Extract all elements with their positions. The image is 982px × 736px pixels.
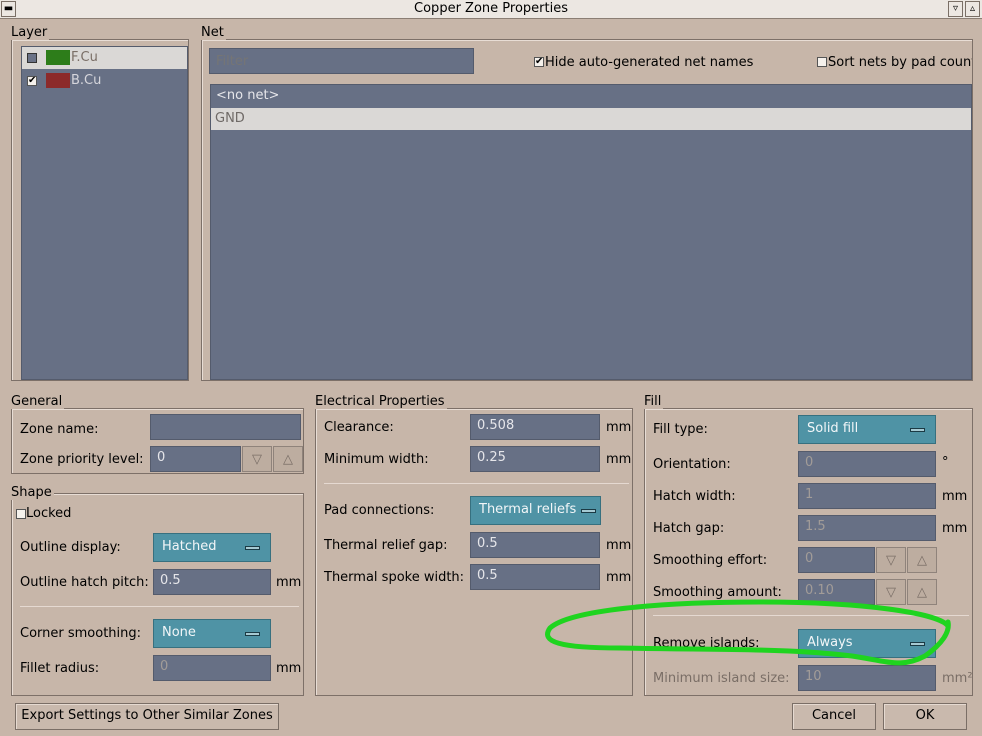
dropdown-icon: [910, 428, 925, 432]
outline-display-value: Hatched: [162, 539, 217, 554]
hatch-gap-unit: mm: [942, 521, 968, 536]
zone-name-label: Zone name:: [20, 422, 99, 437]
shape-separator: [20, 606, 299, 607]
spoke-width-unit: mm: [606, 570, 632, 585]
pad-connections-value: Thermal reliefs: [479, 502, 577, 517]
hide-auto-checkbox[interactable]: ✔: [534, 57, 544, 67]
clearance-label: Clearance:: [324, 420, 394, 435]
electrical-separator: [324, 483, 629, 484]
spoke-width-label: Thermal spoke width:: [324, 570, 465, 585]
orientation-unit: °: [942, 455, 949, 470]
corner-smoothing-label: Corner smoothing:: [20, 626, 142, 641]
priority-label: Zone priority level:: [20, 452, 144, 467]
locked-label: Locked: [26, 506, 72, 521]
hatch-pitch-input[interactable]: 0.5: [153, 569, 271, 595]
net-row-gnd[interactable]: GND: [211, 108, 971, 130]
corner-smoothing-select[interactable]: None: [153, 619, 271, 648]
min-width-unit: mm: [606, 452, 632, 467]
cancel-button[interactable]: Cancel: [792, 703, 876, 730]
clearance-unit: mm: [606, 420, 632, 435]
relief-gap-input[interactable]: 0.5: [470, 532, 600, 558]
title-bar: ▬ Copper Zone Properties ▿ ▵: [0, 0, 982, 19]
sort-nets-label: Sort nets by pad count: [828, 55, 972, 70]
layer-color-swatch: [46, 50, 70, 65]
layer-legend: Layer: [11, 25, 50, 40]
fill-type-value: Solid fill: [807, 421, 859, 436]
clearance-input[interactable]: 0.508: [470, 414, 600, 440]
dropdown-icon: [245, 632, 260, 636]
priority-up-button[interactable]: △: [273, 446, 303, 472]
smoothing-effort-input[interactable]: 0: [798, 547, 875, 573]
priority-down-button[interactable]: ▽: [242, 446, 272, 472]
corner-smoothing-value: None: [162, 625, 196, 640]
general-legend: General: [11, 394, 65, 409]
fill-legend: Fill: [644, 394, 664, 409]
orientation-label: Orientation:: [653, 457, 731, 472]
smoothing-effort-label: Smoothing effort:: [653, 553, 768, 568]
net-filter-input[interactable]: [209, 48, 474, 74]
hatch-width-label: Hatch width:: [653, 489, 736, 504]
layer-row-fcu[interactable]: F.Cu: [22, 47, 187, 69]
ok-button[interactable]: OK: [883, 703, 967, 730]
net-name: <no net>: [216, 88, 280, 103]
window-title: Copper Zone Properties: [414, 1, 568, 16]
relief-gap-unit: mm: [606, 538, 632, 553]
pad-connections-label: Pad connections:: [324, 503, 435, 518]
fill-type-select[interactable]: Solid fill: [798, 415, 936, 444]
net-row-no-net[interactable]: <no net>: [211, 85, 971, 107]
hatch-width-input[interactable]: 1: [798, 483, 936, 509]
hatch-gap-input[interactable]: 1.5: [798, 515, 936, 541]
hatch-width-unit: mm: [942, 489, 968, 504]
fillet-radius-input[interactable]: 0: [153, 655, 271, 681]
zone-name-input[interactable]: [150, 414, 301, 440]
smoothing-effort-down-button[interactable]: ▽: [876, 547, 906, 573]
dropdown-icon: [581, 509, 596, 513]
hide-auto-label: Hide auto-generated net names: [545, 55, 754, 70]
locked-checkbox[interactable]: [16, 509, 26, 519]
priority-input[interactable]: 0: [150, 446, 241, 472]
layer-name: B.Cu: [71, 73, 102, 88]
hatch-pitch-label: Outline hatch pitch:: [20, 575, 149, 590]
min-width-label: Minimum width:: [324, 452, 429, 467]
fill-type-label: Fill type:: [653, 422, 708, 437]
highlight-annotation: [545, 599, 951, 666]
net-name: GND: [215, 111, 245, 126]
export-settings-button[interactable]: Export Settings to Other Similar Zones: [15, 703, 279, 730]
smoothing-effort-up-button[interactable]: △: [907, 547, 937, 573]
shape-legend: Shape: [11, 485, 54, 500]
hatch-pitch-unit: mm: [276, 575, 302, 590]
min-width-input[interactable]: 0.25: [470, 446, 600, 472]
sort-nets-checkbox[interactable]: [817, 57, 827, 67]
layer-list: [21, 46, 188, 380]
fillet-radius-label: Fillet radius:: [20, 661, 100, 676]
outline-display-label: Outline display:: [20, 540, 121, 555]
orientation-input[interactable]: 0: [798, 451, 936, 477]
fillet-radius-unit: mm: [276, 661, 302, 676]
hatch-gap-label: Hatch gap:: [653, 521, 725, 536]
pad-connections-select[interactable]: Thermal reliefs: [470, 496, 601, 525]
layer-checkbox[interactable]: [27, 53, 37, 63]
electrical-legend: Electrical Properties: [315, 394, 447, 409]
relief-gap-label: Thermal relief gap:: [324, 538, 448, 553]
dropdown-icon: [245, 546, 260, 550]
maximize-button[interactable]: ▵: [965, 1, 980, 17]
layer-name: F.Cu: [71, 50, 98, 65]
layer-checkbox[interactable]: ✔: [27, 76, 37, 86]
outline-display-select[interactable]: Hatched: [153, 533, 271, 562]
layer-color-swatch: [46, 73, 70, 88]
spoke-width-input[interactable]: 0.5: [470, 564, 600, 590]
layer-row-bcu[interactable]: ✔ B.Cu: [22, 70, 187, 92]
net-legend: Net: [201, 25, 226, 40]
minimize-button[interactable]: ▿: [948, 1, 963, 17]
